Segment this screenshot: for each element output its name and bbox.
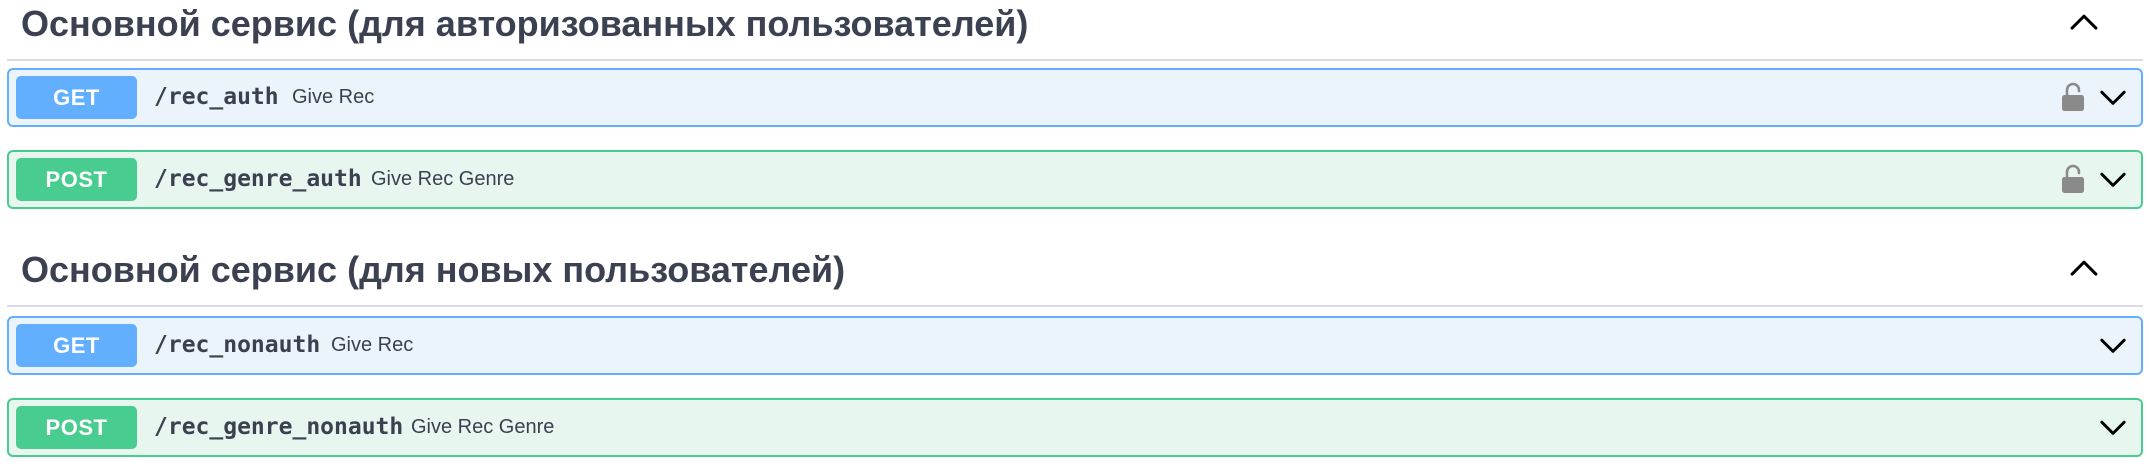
method-badge: GET [16,76,137,119]
method-badge: GET [16,324,137,367]
section-title: Основной сервис (для авторизованных поль… [21,3,1029,44]
section-title: Основной сервис (для новых пользователей… [21,249,846,290]
operation-path: /rec_genre_nonauth [154,414,404,440]
chevron-up-icon[interactable] [2067,252,2101,286]
chevron-down-icon[interactable] [2097,163,2129,195]
unlocked-padlock-icon[interactable] [2061,82,2085,112]
chevron-down-icon[interactable] [2097,81,2129,113]
chevron-up-icon[interactable] [2067,6,2101,40]
method-badge: POST [16,158,137,201]
chevron-down-icon[interactable] [2097,329,2129,361]
operation-post-rec-genre-auth[interactable]: POST /rec_genre_auth Give Rec Genre [7,150,2143,209]
section-header-new-users[interactable]: Основной сервис (для новых пользователей… [7,246,2143,307]
operation-get-rec-nonauth[interactable]: GET /rec_nonauth Give Rec [7,316,2143,375]
operation-post-rec-genre-nonauth[interactable]: POST /rec_genre_nonauth Give Rec Genre [7,398,2143,457]
operation-summary: Give Rec Genre [411,416,555,438]
operation-summary: Give Rec [292,86,375,108]
operation-summary: Give Rec Genre [371,168,515,190]
chevron-down-icon[interactable] [2097,411,2129,443]
method-badge: POST [16,406,137,449]
operation-path: /rec_nonauth [154,332,321,358]
unlocked-padlock-icon[interactable] [2061,164,2085,194]
operation-path: /rec_genre_auth [154,166,362,192]
section-header-authorized[interactable]: Основной сервис (для авторизованных поль… [7,0,2143,61]
swagger-operations-page: Основной сервис (для авторизованных поль… [0,0,2149,472]
operation-summary: Give Rec [331,334,414,356]
operation-path: /rec_auth [154,84,279,110]
operation-get-rec-auth[interactable]: GET /rec_auth Give Rec [7,68,2143,127]
